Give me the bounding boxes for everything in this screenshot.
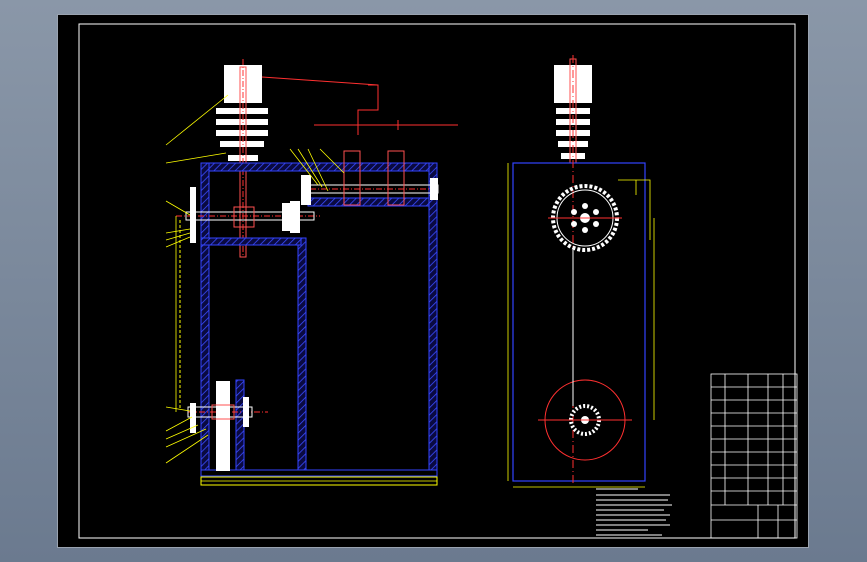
sprocket-small-icon [538, 379, 632, 461]
sprocket-large-icon [548, 184, 622, 252]
housing-icon [200, 162, 438, 486]
side-view [507, 55, 655, 488]
shaft-icon [176, 187, 320, 243]
technical-notes-icon [596, 488, 672, 536]
front-section-view [165, 59, 458, 486]
cad-viewer [0, 0, 867, 562]
housing-side-icon [512, 162, 646, 482]
dimension-lines-side [507, 163, 655, 488]
title-block-icon [710, 373, 798, 539]
drawing-canvas [78, 23, 798, 539]
lower-gear-icon [187, 381, 268, 471]
drawing-sheet [57, 14, 809, 548]
